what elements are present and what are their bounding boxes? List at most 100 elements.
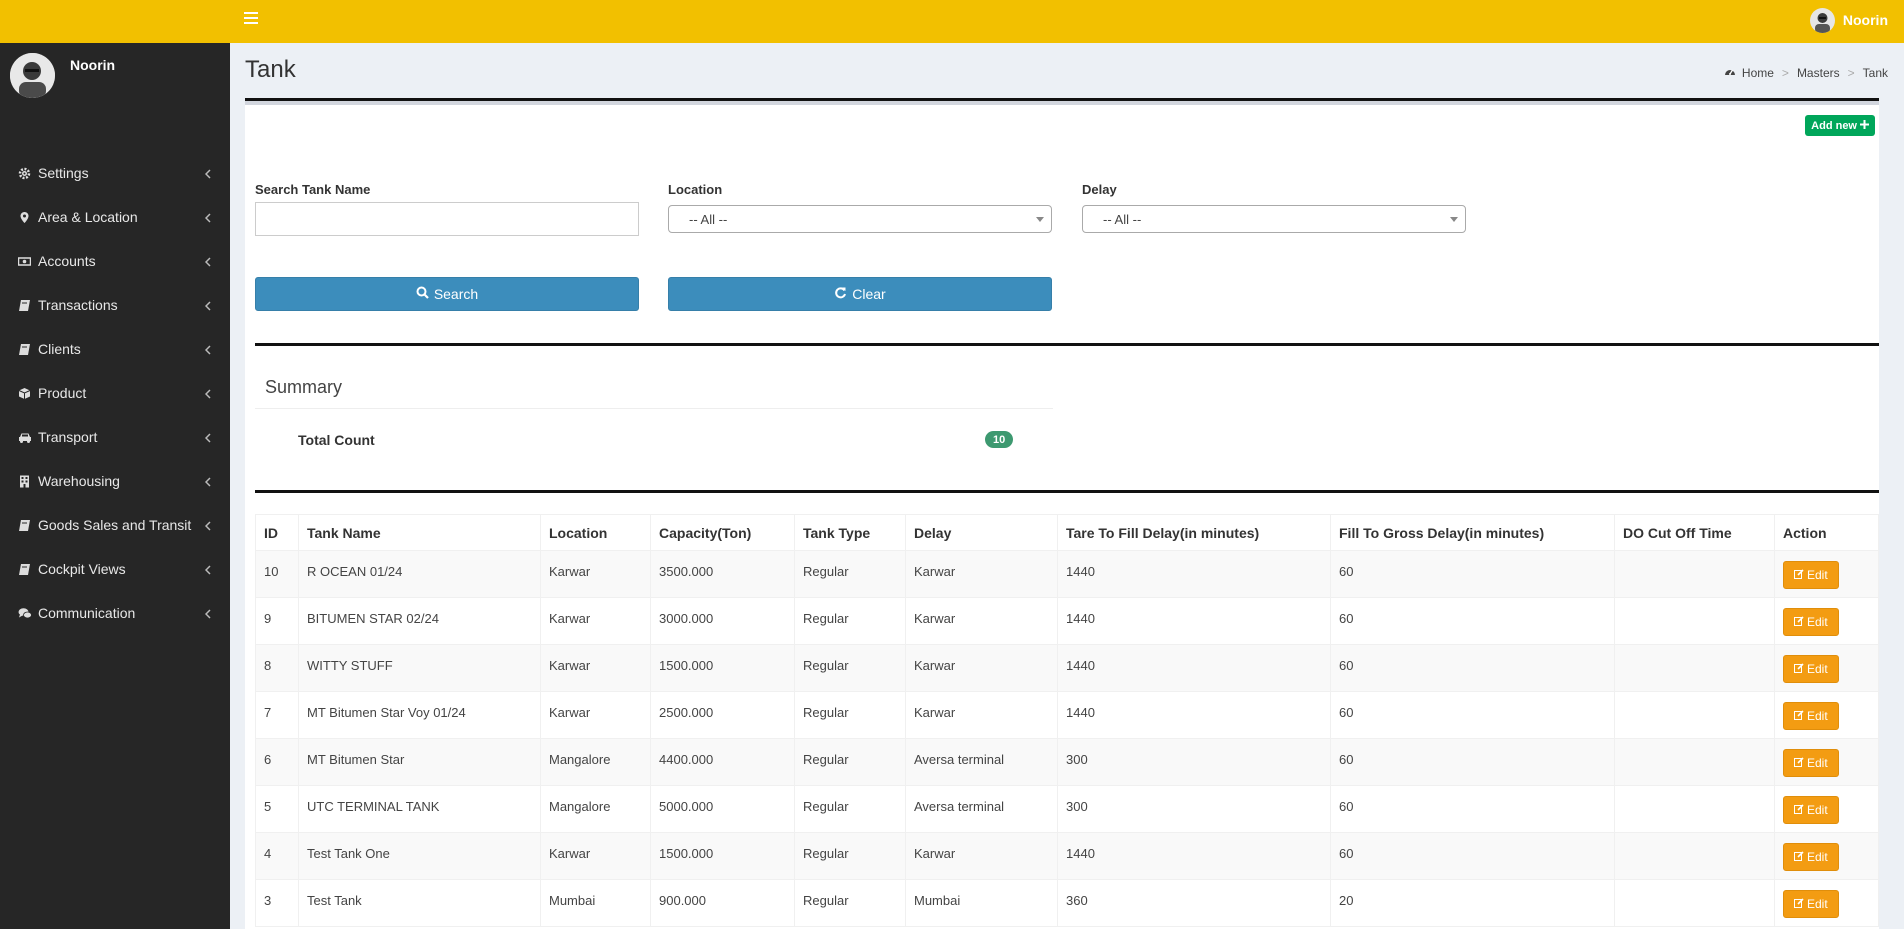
edit-button[interactable]: Edit [1783, 890, 1839, 918]
breadcrumb-home-link[interactable]: Home [1742, 66, 1774, 80]
cell-action: Edit [1774, 644, 1879, 692]
book-icon [18, 299, 31, 312]
edit-button[interactable]: Edit [1783, 608, 1839, 636]
sidebar-item-settings[interactable]: Settings [0, 151, 230, 195]
sidebar-item-label: Accounts [38, 253, 96, 269]
book-icon [18, 343, 31, 356]
sidebar-item-transactions[interactable]: Transactions [0, 283, 230, 327]
summary-title: Summary [265, 377, 343, 397]
cell-tank-type: Regular [794, 785, 906, 833]
search-button-label: Search [433, 286, 479, 302]
edit-button[interactable]: Edit [1783, 843, 1839, 871]
cell-action: Edit [1774, 738, 1879, 786]
sidebar-item-label: Transactions [38, 297, 118, 313]
edit-button[interactable]: Edit [1783, 561, 1839, 589]
tank-panel: Add new Search Tank Name Location -- All… [245, 98, 1879, 929]
cell-capacity: 4400.000 [650, 738, 795, 786]
sidebar-item-warehousing[interactable]: Warehousing [0, 459, 230, 503]
cell-do-cut-off-time [1614, 832, 1775, 880]
search-button[interactable]: Search [255, 277, 639, 311]
sidebar-item-cockpit-views[interactable]: Cockpit Views [0, 547, 230, 591]
cell-fill-to-gross-delay: 20 [1330, 879, 1615, 927]
cell-tank-name: BITUMEN STAR 02/24 [298, 597, 541, 645]
sidebar-user-panel: Noorin [10, 53, 220, 103]
book-icon [18, 519, 31, 532]
clear-button[interactable]: Clear [668, 277, 1052, 311]
edit-icon [1794, 568, 1804, 582]
location-select[interactable]: -- All -- [668, 205, 1052, 233]
edit-icon [1794, 662, 1804, 676]
breadcrumb-masters-link[interactable]: Masters [1797, 66, 1840, 80]
cell-tank-name: UTC TERMINAL TANK [298, 785, 541, 833]
cell-tare-to-fill-delay: 1440 [1057, 597, 1331, 645]
location-label: Location [668, 182, 723, 197]
cell-do-cut-off-time [1614, 597, 1775, 645]
table-row: 7 MT Bitumen Star Voy 01/24 Karwar 2500.000… [255, 691, 1879, 739]
cell-tare-to-fill-delay: 300 [1057, 738, 1331, 786]
edit-icon [1794, 850, 1804, 864]
cell-capacity: 5000.000 [650, 785, 795, 833]
cell-location: Karwar [540, 550, 651, 598]
cell-tank-name: WITTY STUFF [298, 644, 541, 692]
chevron-left-icon [204, 298, 211, 311]
sidebar-item-transport[interactable]: Transport [0, 415, 230, 459]
cell-location: Karwar [540, 691, 651, 739]
cell-location: Mumbai [540, 879, 651, 927]
table-header-row: ID Tank Name Location Capacity(Ton) Tank… [255, 514, 1879, 551]
search-tank-name-input[interactable] [255, 202, 639, 236]
cell-action: Edit [1774, 832, 1879, 880]
user-menu[interactable]: Noorin [1809, 6, 1888, 34]
cell-tank-type: Regular [794, 832, 906, 880]
sidebar-item-label: Area & Location [38, 209, 138, 225]
avatar [1809, 7, 1835, 33]
cell-fill-to-gross-delay: 60 [1330, 738, 1615, 786]
delay-select[interactable]: -- All -- [1082, 205, 1466, 233]
column-header-tank-type: Tank Type [794, 514, 906, 551]
sidebar-item-goods-sales-transit[interactable]: Goods Sales and Transit [0, 503, 230, 547]
column-header-tare-to-fill-delay: Tare To Fill Delay(in minutes) [1057, 514, 1331, 551]
sidebar-item-area-location[interactable]: Area & Location [0, 195, 230, 239]
edit-button-label: Edit [1807, 709, 1828, 723]
book-icon [18, 563, 31, 576]
edit-button[interactable]: Edit [1783, 749, 1839, 777]
chevron-left-icon [204, 386, 211, 399]
sidebar-item-accounts[interactable]: Accounts [0, 239, 230, 283]
cell-fill-to-gross-delay: 60 [1330, 597, 1615, 645]
total-count-badge: 10 [985, 431, 1014, 448]
car-icon [18, 431, 31, 444]
box-border [245, 101, 1879, 105]
cell-do-cut-off-time [1614, 691, 1775, 739]
cell-tank-type: Regular [794, 597, 906, 645]
edit-icon [1794, 803, 1804, 817]
cell-tank-name: Test Tank [298, 879, 541, 927]
cell-location: Mangalore [540, 785, 651, 833]
add-new-button[interactable]: Add new [1805, 115, 1875, 136]
divider [255, 490, 1879, 493]
cell-action: Edit [1774, 597, 1879, 645]
search-tank-name-label: Search Tank Name [255, 182, 371, 197]
edit-button[interactable]: Edit [1783, 655, 1839, 683]
chevron-left-icon [204, 430, 211, 443]
cell-id: 4 [255, 832, 299, 880]
edit-button-label: Edit [1807, 803, 1828, 817]
edit-button[interactable]: Edit [1783, 702, 1839, 730]
sidebar-item-label: Clients [38, 341, 81, 357]
sidebar-toggle-icon[interactable] [244, 12, 258, 24]
dashboard-icon [1724, 66, 1736, 80]
page-title: Tank [245, 56, 296, 83]
chevron-left-icon [204, 474, 211, 487]
edit-button-label: Edit [1807, 662, 1828, 676]
sidebar-item-product[interactable]: Product [0, 371, 230, 415]
gear-icon [18, 167, 31, 180]
cell-do-cut-off-time [1614, 785, 1775, 833]
caret-down-icon [1450, 217, 1458, 222]
chevron-left-icon [204, 166, 211, 179]
summary-divider [255, 408, 1053, 409]
cell-tank-name: Test Tank One [298, 832, 541, 880]
cell-delay: Karwar [905, 644, 1058, 692]
edit-button[interactable]: Edit [1783, 796, 1839, 824]
sidebar-item-communication[interactable]: Communication [0, 591, 230, 635]
cell-tank-type: Regular [794, 644, 906, 692]
sidebar-item-clients[interactable]: Clients [0, 327, 230, 371]
chevron-left-icon [204, 210, 211, 223]
